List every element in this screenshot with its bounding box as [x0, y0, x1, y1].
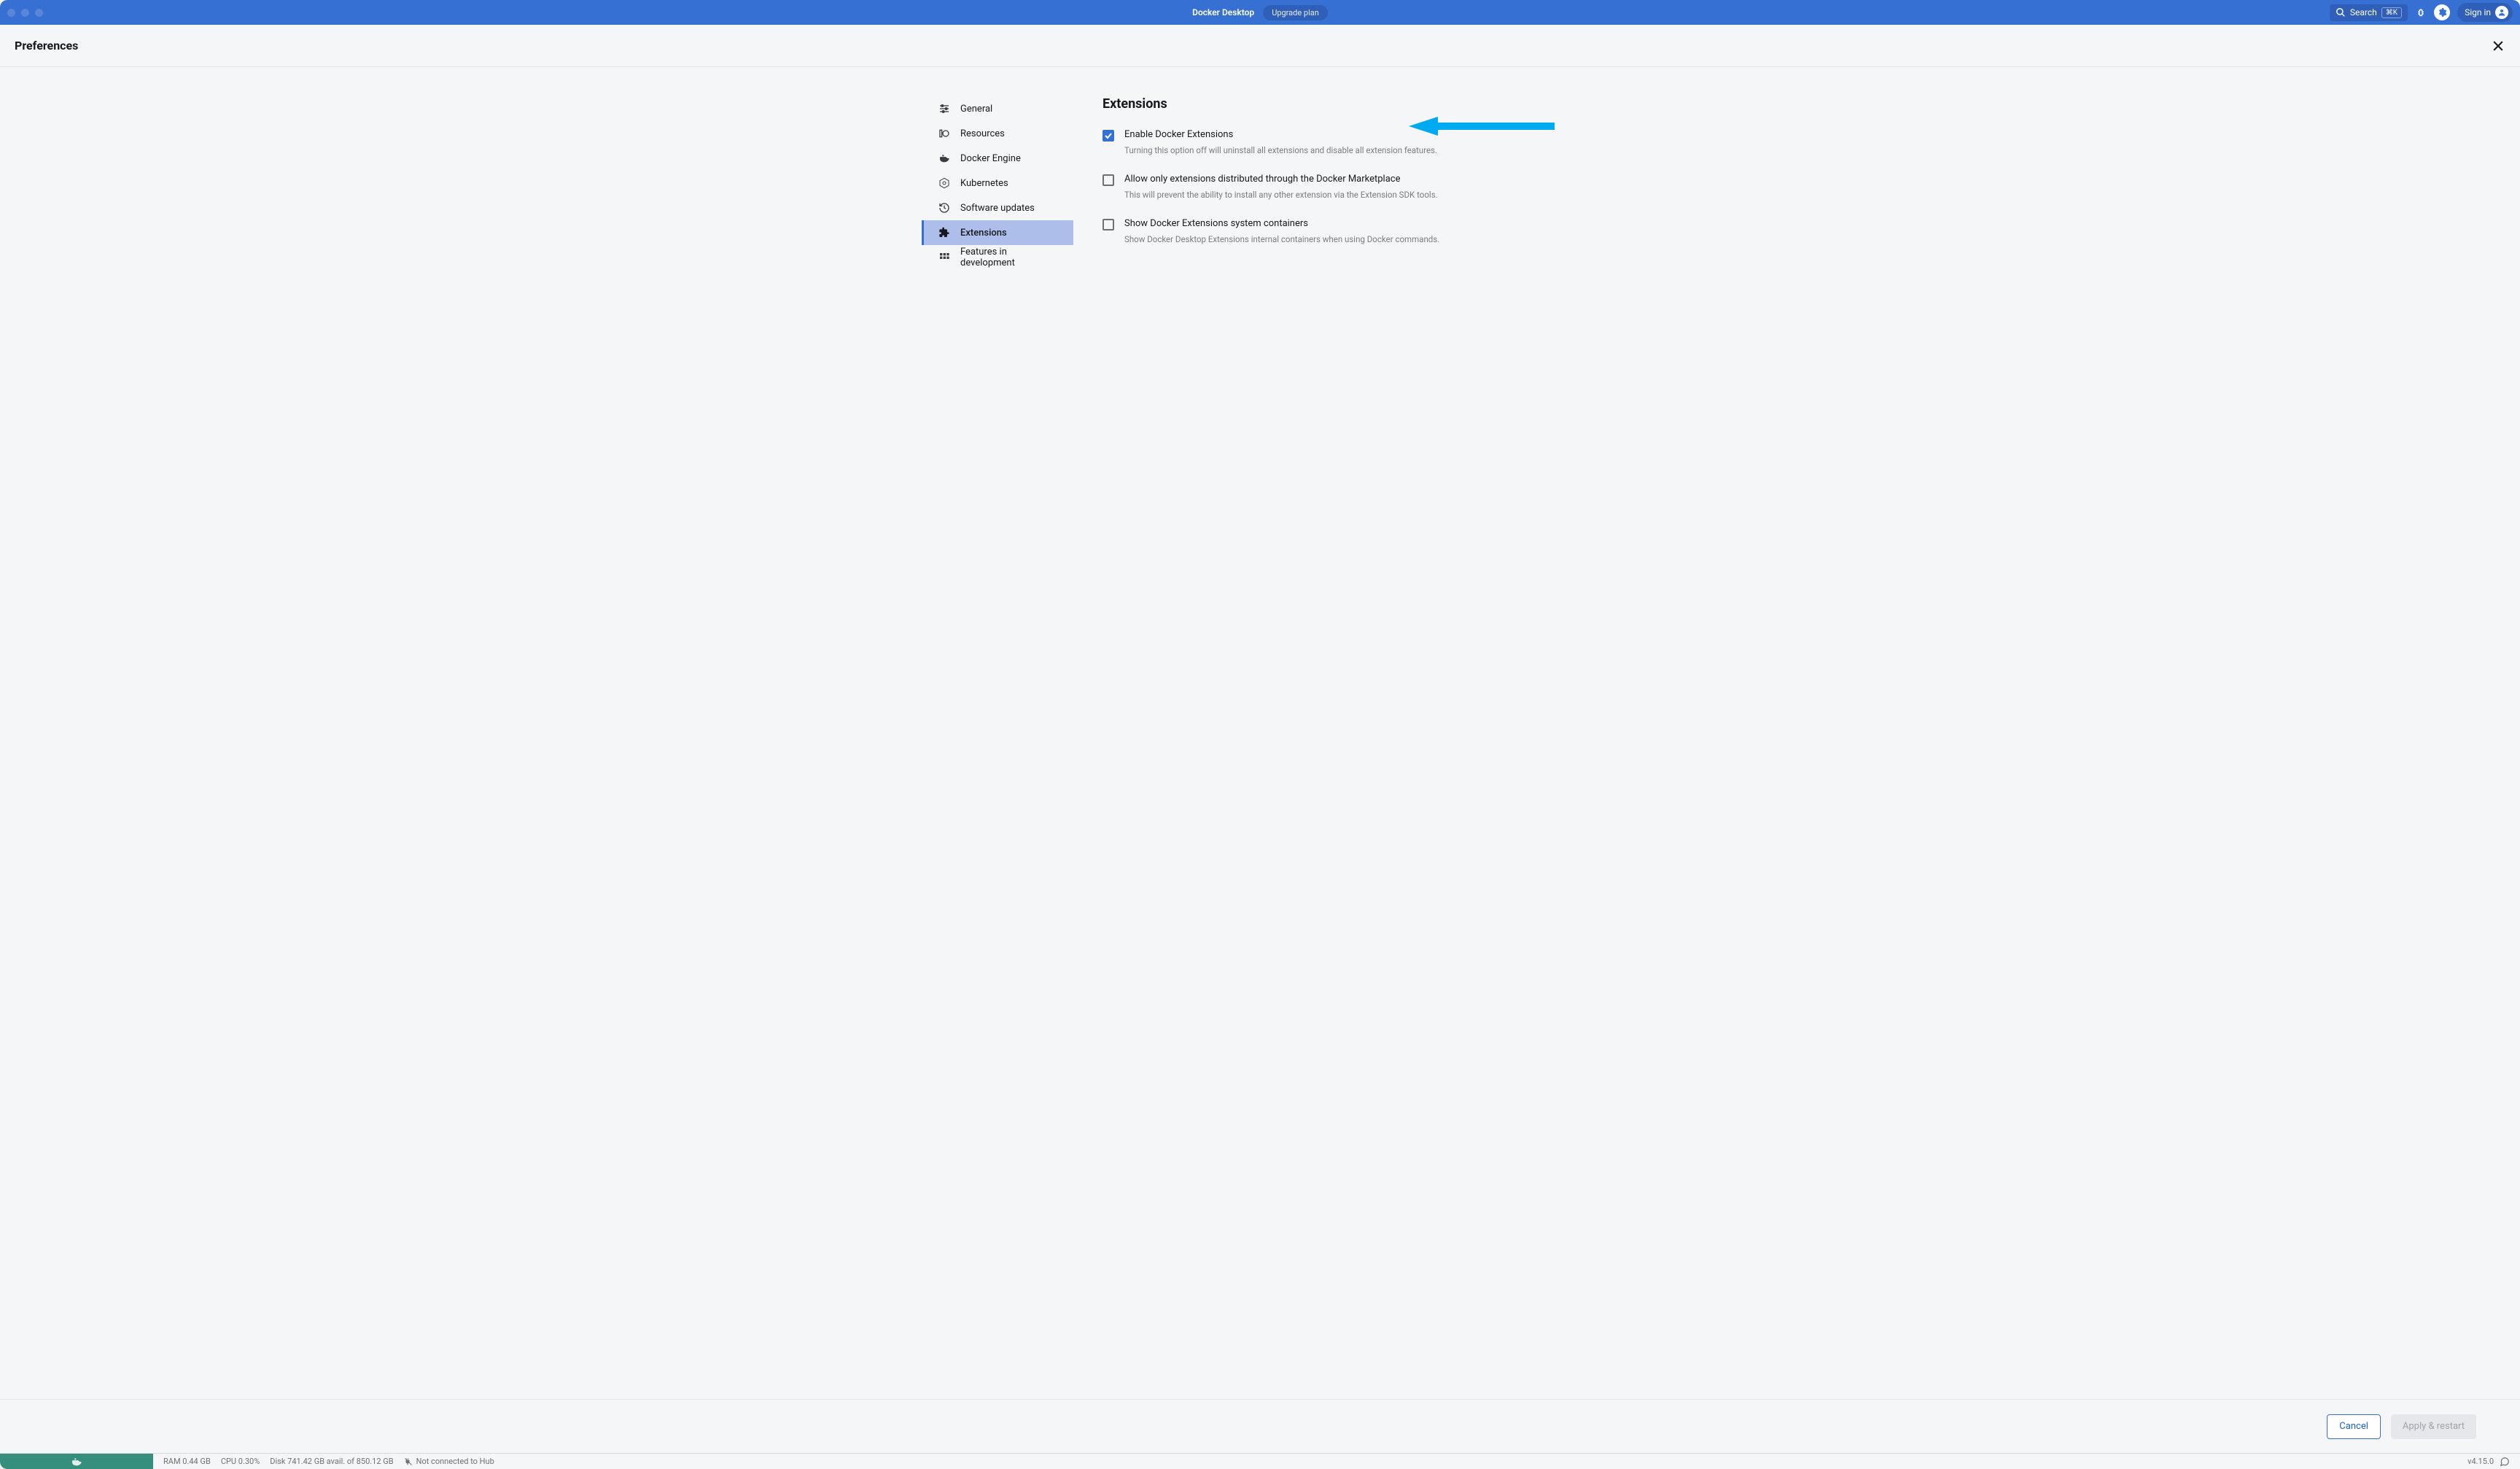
option-description: Turning this option off will uninstall a… — [1124, 144, 1598, 156]
option-enable-extensions: Enable Docker Extensions Turning this op… — [1102, 129, 1598, 156]
search-label: Search — [2350, 7, 2377, 18]
search-button[interactable]: Search ⌘K — [2330, 4, 2408, 21]
whale-icon — [938, 152, 950, 164]
avatar-icon — [2495, 6, 2508, 19]
preferences-header: Preferences — [0, 25, 2520, 67]
sidebar-item-label: Resources — [960, 128, 1005, 139]
sidebar-item-docker-engine[interactable]: Docker Engine — [922, 146, 1073, 171]
option-description: Show Docker Desktop Extensions internal … — [1124, 233, 1598, 245]
status-engine-indicator[interactable] — [0, 1454, 153, 1469]
grid-icon — [938, 252, 950, 263]
window-controls — [7, 9, 43, 17]
sidebar-item-resources[interactable]: Resources — [922, 121, 1073, 146]
maximize-window-button[interactable] — [35, 9, 43, 17]
sliders-icon — [938, 103, 950, 115]
puzzle-icon — [938, 227, 950, 239]
minimize-window-button[interactable] — [21, 9, 29, 17]
sidebar-item-label: General — [960, 104, 992, 115]
helm-icon — [938, 177, 950, 189]
sidebar-item-extensions[interactable]: Extensions — [922, 220, 1073, 245]
sidebar-item-general[interactable]: General — [922, 96, 1073, 121]
option-label: Enable Docker Extensions — [1124, 129, 1598, 140]
signin-button[interactable]: Sign in — [2457, 3, 2513, 22]
panel-title: Extensions — [1102, 96, 1598, 112]
sidebar-item-label: Software updates — [960, 203, 1035, 214]
apply-label: Apply & restart — [2403, 1421, 2465, 1432]
content-area: General Resources Docker Engine — [0, 67, 2520, 1399]
checkbox-show-system-containers[interactable] — [1102, 219, 1114, 230]
checkbox-marketplace-only[interactable] — [1102, 174, 1114, 186]
status-disk: Disk 741.42 GB avail. of 850.12 GB — [270, 1457, 393, 1466]
page-title: Preferences — [15, 39, 78, 53]
close-window-button[interactable] — [7, 9, 15, 17]
close-button[interactable] — [2491, 39, 2505, 53]
signin-label: Sign in — [2465, 7, 2491, 18]
status-cpu: CPU 0.30% — [221, 1457, 260, 1466]
settings-button[interactable] — [2434, 4, 2450, 20]
status-version: v4.15.0 — [2468, 1457, 2494, 1466]
sidebar-item-label: Docker Engine — [960, 153, 1021, 164]
feedback-icon[interactable] — [2500, 1457, 2510, 1467]
option-show-system-containers: Show Docker Extensions system containers… — [1102, 218, 1598, 245]
option-marketplace-only: Allow only extensions distributed throug… — [1102, 174, 1598, 201]
sidebar-item-software-updates[interactable]: Software updates — [922, 195, 1073, 220]
cancel-button[interactable]: Cancel — [2327, 1414, 2381, 1439]
bug-icon[interactable] — [2415, 7, 2427, 18]
plug-off-icon — [404, 1457, 413, 1466]
sidebar: General Resources Docker Engine — [922, 96, 1073, 1399]
footer-bar: Cancel Apply & restart — [0, 1399, 2520, 1453]
main-panel: Extensions Enable Docker Extensions Turn… — [1102, 96, 1598, 1399]
upgrade-plan-button[interactable]: Upgrade plan — [1263, 5, 1328, 20]
cancel-label: Cancel — [2339, 1421, 2368, 1432]
titlebar: Docker Desktop Upgrade plan Search ⌘K Si… — [0, 0, 2520, 25]
option-label: Allow only extensions distributed throug… — [1124, 174, 1598, 185]
sidebar-item-features-in-development[interactable]: Features in development — [922, 245, 1073, 270]
apply-restart-button: Apply & restart — [2391, 1414, 2476, 1439]
status-hub: Not connected to Hub — [404, 1457, 494, 1466]
sidebar-item-label: Extensions — [960, 228, 1007, 239]
sidebar-item-label: Features in development — [960, 247, 1059, 268]
checkbox-enable-extensions[interactable] — [1102, 130, 1114, 142]
app-title: Docker Desktop — [1192, 7, 1254, 18]
sidebar-item-kubernetes[interactable]: Kubernetes — [922, 171, 1073, 195]
search-shortcut: ⌘K — [2381, 7, 2402, 18]
option-description: This will prevent the ability to install… — [1124, 189, 1598, 201]
statusbar: RAM 0.44 GB CPU 0.30% Disk 741.42 GB ava… — [0, 1453, 2520, 1469]
history-icon — [938, 202, 950, 214]
search-icon — [2336, 7, 2346, 18]
resources-icon — [938, 128, 950, 139]
gear-icon — [2437, 7, 2447, 18]
status-ram: RAM 0.44 GB — [163, 1457, 211, 1466]
option-label: Show Docker Extensions system containers — [1124, 218, 1598, 229]
sidebar-item-label: Kubernetes — [960, 178, 1008, 189]
